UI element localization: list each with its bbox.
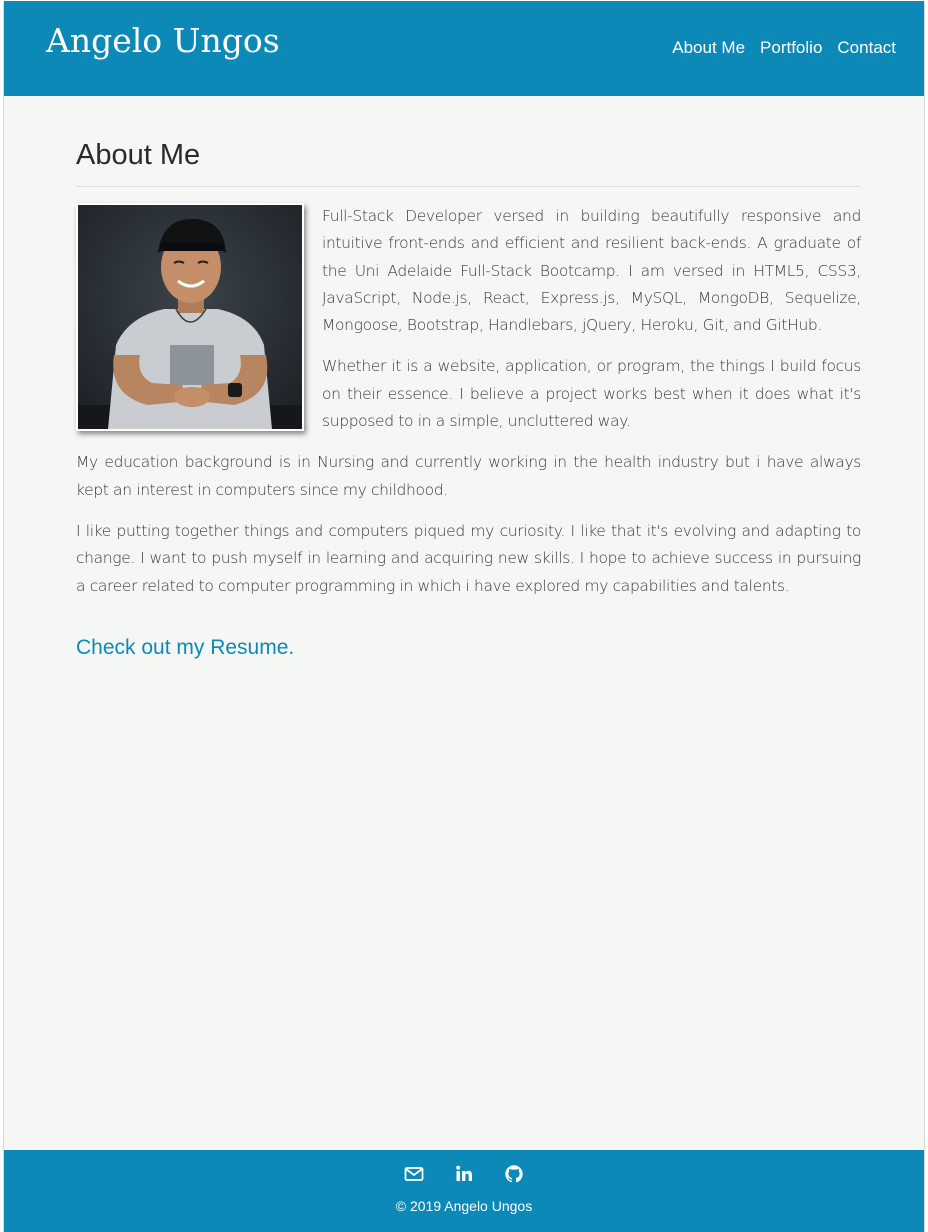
nav-about-me[interactable]: About Me xyxy=(672,38,745,58)
social-links xyxy=(4,1164,924,1184)
page-title: About Me xyxy=(76,139,861,187)
footer: © 2019 Angelo Ungos xyxy=(4,1150,924,1232)
about-body: Full-Stack Developer versed in building … xyxy=(76,203,861,600)
github-icon[interactable] xyxy=(504,1164,524,1184)
bio-paragraph-4: I like putting together things and compu… xyxy=(76,521,861,595)
brand-logo[interactable]: Angelo Ungos xyxy=(46,21,280,60)
nav-portfolio[interactable]: Portfolio xyxy=(760,38,822,58)
envelope-icon[interactable] xyxy=(404,1164,424,1184)
page-frame: Angelo Ungos About Me Portfolio Contact … xyxy=(3,1,925,1232)
top-navbar: Angelo Ungos About Me Portfolio Contact xyxy=(4,1,924,96)
about-section: About Me Full-Stack Developer versed in … xyxy=(76,139,861,660)
resume-link[interactable]: Check out my Resume. xyxy=(76,636,294,660)
profile-photo xyxy=(76,203,304,431)
nav-contact[interactable]: Contact xyxy=(837,38,896,58)
nav-menu: About Me Portfolio Contact xyxy=(672,38,896,58)
linkedin-icon[interactable] xyxy=(454,1164,474,1184)
copyright-text: © 2019 Angelo Ungos xyxy=(395,1198,533,1214)
bio-paragraph-3: My education background is in Nursing an… xyxy=(76,453,861,499)
